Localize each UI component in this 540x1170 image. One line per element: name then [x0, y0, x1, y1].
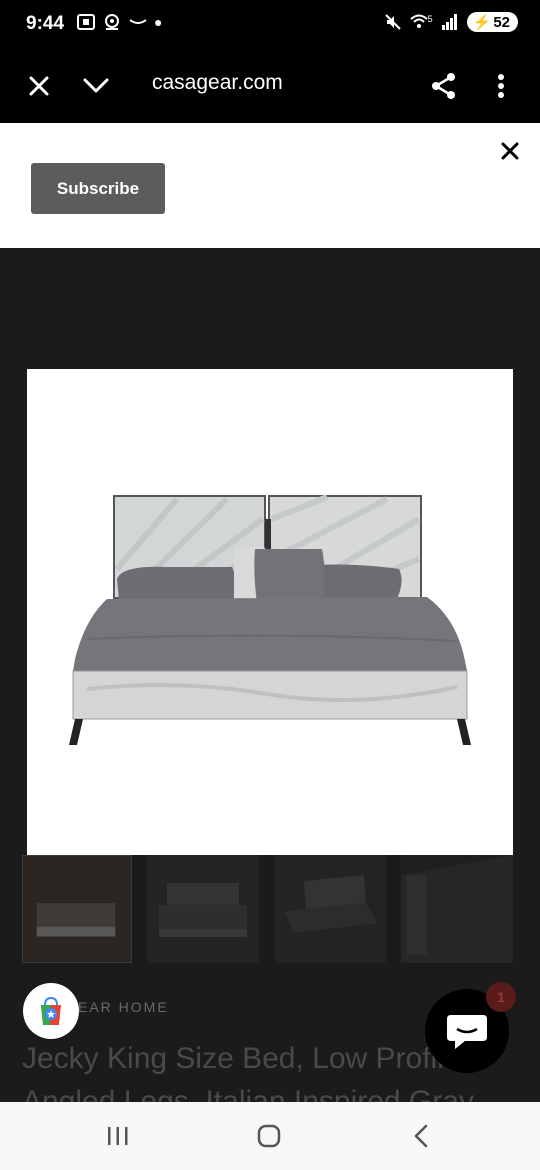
back-icon — [414, 1124, 428, 1148]
thumbnail-4[interactable] — [401, 855, 513, 963]
chat-icon — [447, 1015, 487, 1049]
chat-unread-badge: 1 — [486, 982, 516, 1012]
subscribe-banner: Subscribe — [0, 123, 540, 248]
dot-icon: ● — [154, 14, 163, 30]
thumbnail-bed-icon — [401, 855, 513, 963]
thumbnail-3[interactable] — [274, 855, 386, 963]
url-text[interactable]: casagear.com — [152, 71, 283, 95]
signal-icon — [441, 14, 457, 30]
more-vert-icon — [498, 74, 504, 98]
mute-icon — [384, 14, 401, 30]
chevron-down-icon — [83, 78, 109, 93]
wifi-icon: 5 — [409, 14, 433, 30]
camera-icon — [105, 14, 119, 30]
bolt-icon: ⚡ — [472, 14, 492, 31]
close-icon — [501, 142, 519, 160]
system-nav-bar — [0, 1102, 540, 1170]
close-tab-button[interactable] — [22, 69, 56, 103]
collapse-button[interactable] — [79, 69, 113, 103]
shopping-bag-icon — [41, 996, 61, 1025]
amazon-icon — [129, 19, 147, 24]
browser-toolbar: casagear.com — [0, 50, 540, 123]
product-vendor: EAR HOME — [78, 999, 169, 1015]
back-button[interactable] — [401, 1120, 441, 1152]
screenshot-icon — [77, 14, 95, 30]
home-button[interactable] — [249, 1120, 289, 1152]
thumbnail-bed-icon — [23, 856, 131, 962]
banner-close-button[interactable] — [498, 139, 522, 163]
thumbnail-1[interactable] — [22, 855, 132, 963]
status-bar: 9:44 ● 5 ⚡ 52 — [0, 0, 540, 50]
thumbnail-bed-icon — [284, 875, 378, 933]
product-main-image[interactable] — [27, 369, 513, 855]
close-icon — [29, 76, 49, 96]
thumbnail-2[interactable] — [147, 855, 259, 963]
battery-indicator: ⚡ 52 — [466, 12, 518, 32]
more-options-button[interactable] — [484, 69, 518, 103]
home-icon — [257, 1124, 281, 1148]
app-badge-button[interactable] — [23, 983, 79, 1039]
thumbnail-bed-icon — [159, 883, 247, 937]
share-icon — [432, 73, 455, 99]
subscribe-button[interactable]: Subscribe — [31, 163, 165, 214]
recents-icon — [108, 1127, 128, 1145]
status-time: 9:44 — [26, 13, 65, 34]
bed-illustration — [69, 494, 471, 745]
recent-apps-button[interactable] — [98, 1120, 138, 1152]
share-button[interactable] — [427, 69, 461, 103]
